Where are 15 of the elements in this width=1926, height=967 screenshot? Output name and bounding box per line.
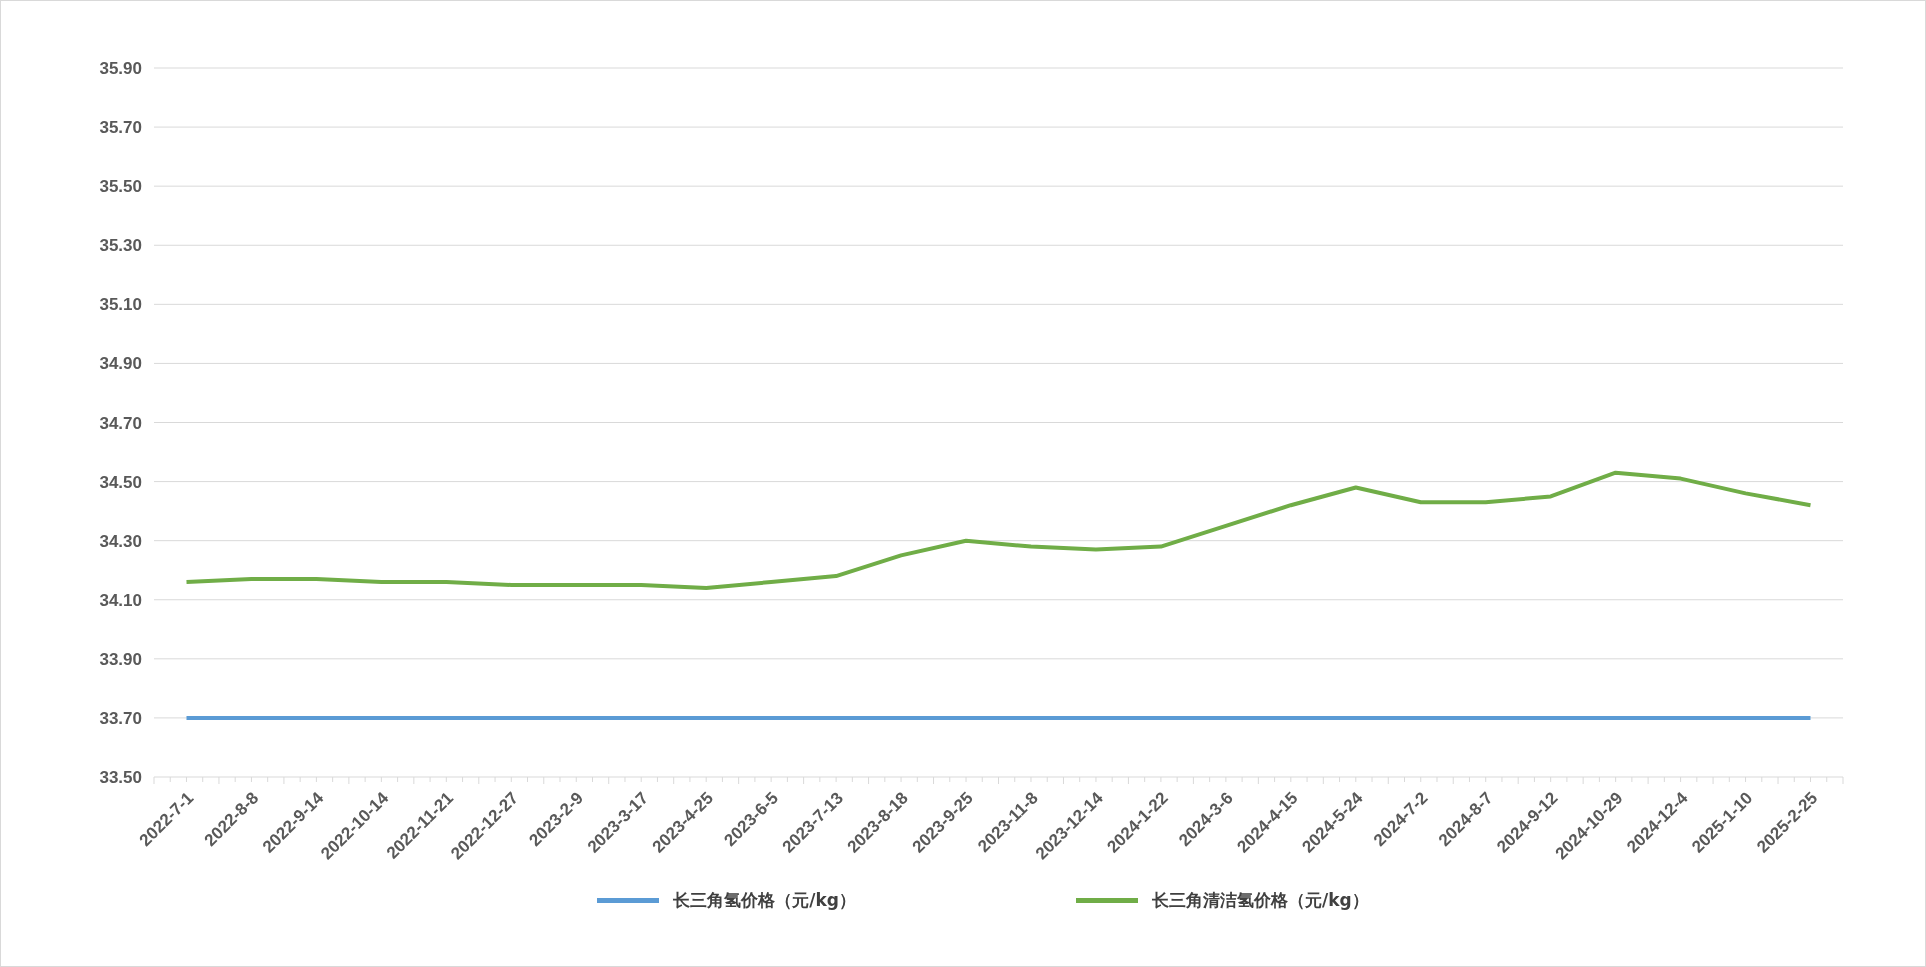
y-axis-label: 34.10 xyxy=(99,590,142,610)
y-axis-label: 35.50 xyxy=(99,177,142,197)
y-axis-label: 35.90 xyxy=(99,59,142,78)
legend-label: 长三角氢价格（元/kg） xyxy=(673,889,856,912)
y-axis-label: 35.70 xyxy=(99,118,142,138)
legend-label: 长三角清洁氢价格（元/kg） xyxy=(1152,889,1369,912)
y-axis-label: 33.50 xyxy=(99,768,142,787)
y-axis-label: 34.70 xyxy=(99,413,142,433)
y-axis-label: 35.10 xyxy=(99,295,142,315)
y-axis-label: 35.30 xyxy=(99,236,142,256)
y-axis-label: 34.90 xyxy=(99,354,142,374)
y-axis-label: 34.50 xyxy=(99,472,142,492)
y-axis-label: 34.30 xyxy=(99,531,142,551)
y-axis-label: 33.70 xyxy=(99,708,142,728)
y-axis-label: 33.90 xyxy=(99,649,142,669)
